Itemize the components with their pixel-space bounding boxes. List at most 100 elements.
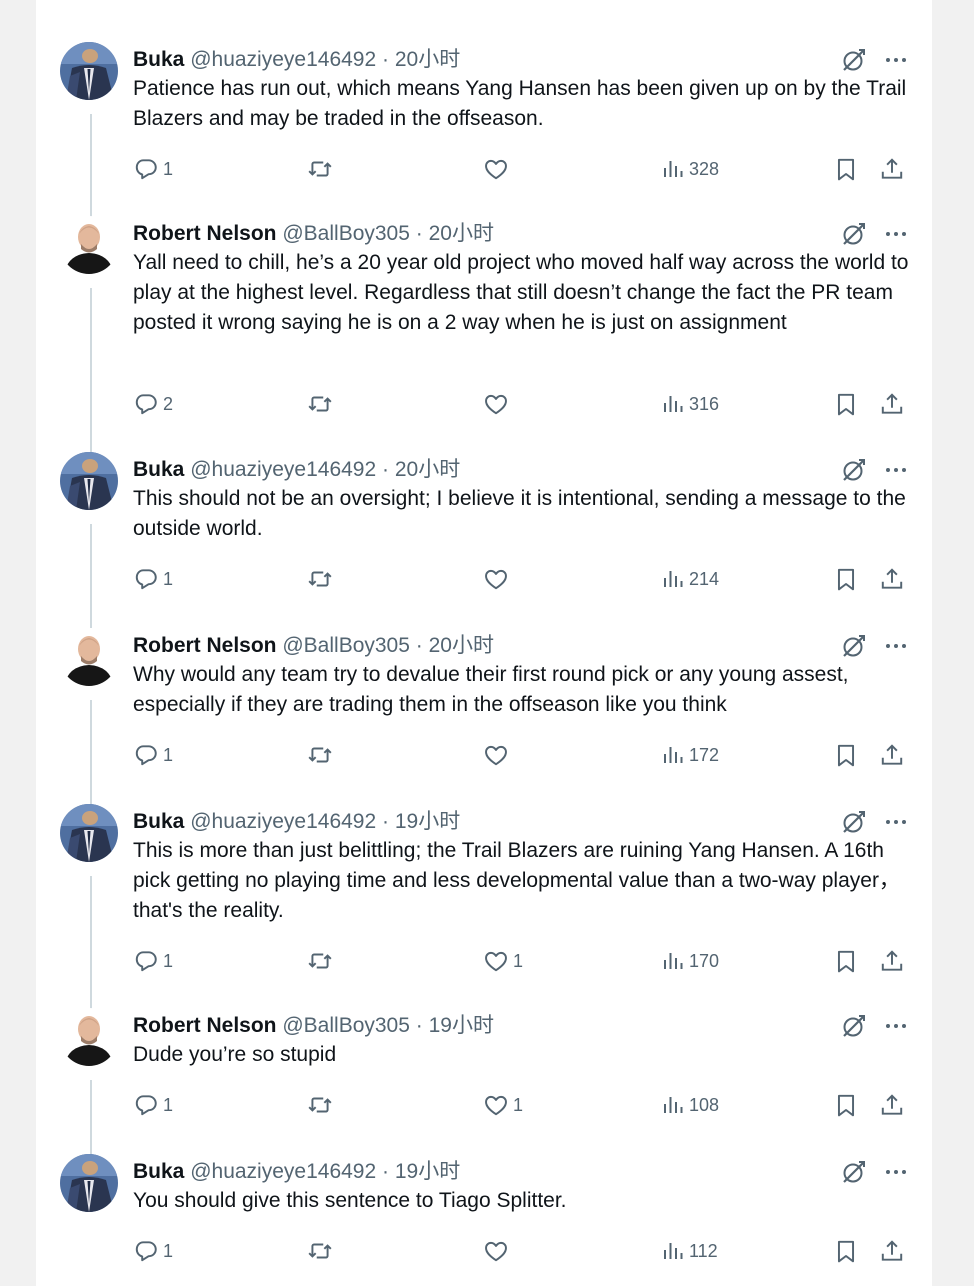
tweet[interactable]: Buka @huaziyeye146492 · 19小时 This is mor…: [36, 804, 932, 1010]
reply-button[interactable]: 1: [133, 564, 173, 594]
views-button[interactable]: 172: [661, 740, 719, 770]
share-button[interactable]: [879, 564, 905, 594]
timestamp[interactable]: 20小时: [395, 48, 460, 71]
more-icon[interactable]: [882, 46, 910, 74]
author-handle[interactable]: @BallBoy305: [282, 1014, 410, 1037]
author-handle[interactable]: @huaziyeye146492: [190, 458, 376, 481]
timestamp[interactable]: 20小时: [429, 222, 494, 245]
retweet-button[interactable]: [306, 740, 338, 770]
share-button[interactable]: [879, 1090, 905, 1120]
tweet[interactable]: Buka @huaziyeye146492 · 20小时 Patience ha…: [36, 42, 932, 218]
bookmark-button[interactable]: [833, 740, 859, 770]
author-name[interactable]: Robert Nelson: [133, 222, 277, 245]
more-icon[interactable]: [882, 1158, 910, 1186]
reply-button[interactable]: 1: [133, 740, 173, 770]
grok-icon[interactable]: [840, 808, 868, 836]
reply-button[interactable]: 1: [133, 154, 173, 184]
bookmark-icon: [833, 1237, 859, 1265]
tweet[interactable]: Buka @huaziyeye146492 · 19小时 You should …: [36, 1154, 932, 1286]
grok-icon[interactable]: [840, 1158, 868, 1186]
author-name[interactable]: Buka: [133, 810, 184, 833]
timestamp[interactable]: 19小时: [429, 1014, 494, 1037]
avatar-robert[interactable]: [60, 628, 118, 686]
timestamp[interactable]: 19小时: [395, 810, 460, 833]
view-count: 214: [689, 568, 720, 589]
views-button[interactable]: 112: [661, 1236, 718, 1266]
bookmark-button[interactable]: [833, 1090, 859, 1120]
timestamp[interactable]: 19小时: [395, 1160, 460, 1183]
more-icon[interactable]: [882, 632, 910, 660]
timestamp[interactable]: 20小时: [429, 634, 494, 657]
author-name[interactable]: Buka: [133, 458, 184, 481]
reply-button[interactable]: 1: [133, 1236, 173, 1266]
more-icon[interactable]: [882, 456, 910, 484]
grok-icon[interactable]: [840, 456, 868, 484]
grok-icon[interactable]: [840, 46, 868, 74]
views-button[interactable]: 328: [661, 154, 719, 184]
more-icon[interactable]: [882, 1012, 910, 1040]
tweet[interactable]: Buka @huaziyeye146492 · 20小时 This should…: [36, 452, 932, 628]
reply-button[interactable]: 1: [133, 1090, 173, 1120]
avatar-buka[interactable]: [60, 452, 118, 510]
bookmark-button[interactable]: [833, 564, 859, 594]
like-button[interactable]: [483, 154, 513, 184]
like-button[interactable]: [483, 564, 513, 594]
grok-icon[interactable]: [840, 220, 868, 248]
grok-icon[interactable]: [840, 1012, 868, 1040]
retweet-button[interactable]: [306, 1090, 338, 1120]
views-button[interactable]: 170: [661, 946, 719, 976]
author-name[interactable]: Robert Nelson: [133, 634, 277, 657]
views-button[interactable]: 214: [661, 564, 719, 594]
avatar-robert[interactable]: [60, 216, 118, 274]
share-button[interactable]: [879, 946, 905, 976]
share-icon: [879, 565, 905, 593]
like-button[interactable]: [483, 389, 513, 419]
bookmark-button[interactable]: [833, 1236, 859, 1266]
author-name[interactable]: Buka: [133, 1160, 184, 1183]
retweet-button[interactable]: [306, 154, 338, 184]
like-button[interactable]: [483, 1236, 513, 1266]
retweet-icon: [306, 742, 334, 768]
avatar-robert[interactable]: [60, 1008, 118, 1066]
share-button[interactable]: [879, 1236, 905, 1266]
avatar-buka[interactable]: [60, 804, 118, 862]
share-button[interactable]: [879, 740, 905, 770]
author-handle[interactable]: @BallBoy305: [282, 634, 410, 657]
tweet[interactable]: Robert Nelson @BallBoy305 · 20小时 Why wou…: [36, 628, 932, 804]
tweet[interactable]: Robert Nelson @BallBoy305 · 20小时 Yall ne…: [36, 216, 932, 452]
like-button[interactable]: 1: [483, 1090, 523, 1120]
reply-button[interactable]: 2: [133, 389, 173, 419]
views-button[interactable]: 316: [661, 389, 719, 419]
action-bar: 1 172: [133, 740, 913, 770]
more-icon[interactable]: [882, 808, 910, 836]
avatar-buka[interactable]: [60, 1154, 118, 1212]
retweet-button[interactable]: [306, 564, 338, 594]
author-handle[interactable]: @BallBoy305: [282, 222, 410, 245]
retweet-button[interactable]: [306, 389, 338, 419]
avatar-buka[interactable]: [60, 42, 118, 100]
heart-icon: [483, 742, 509, 768]
author-handle[interactable]: @huaziyeye146492: [190, 48, 376, 71]
retweet-button[interactable]: [306, 1236, 338, 1266]
tweet[interactable]: Robert Nelson @BallBoy305 · 19小时 Dude yo…: [36, 1008, 932, 1156]
bookmark-button[interactable]: [833, 946, 859, 976]
retweet-button[interactable]: [306, 946, 338, 976]
grok-icon[interactable]: [840, 632, 868, 660]
author-handle[interactable]: @huaziyeye146492: [190, 1160, 376, 1183]
author-name[interactable]: Buka: [133, 48, 184, 71]
heart-icon: [483, 1238, 509, 1264]
more-icon[interactable]: [882, 220, 910, 248]
like-button[interactable]: 1: [483, 946, 523, 976]
bookmark-button[interactable]: [833, 154, 859, 184]
bookmark-icon: [833, 565, 859, 593]
bookmark-button[interactable]: [833, 389, 859, 419]
heart-icon: [483, 948, 509, 974]
share-button[interactable]: [879, 154, 905, 184]
like-button[interactable]: [483, 740, 513, 770]
views-button[interactable]: 108: [661, 1090, 719, 1120]
reply-button[interactable]: 1: [133, 946, 173, 976]
share-button[interactable]: [879, 389, 905, 419]
timestamp[interactable]: 20小时: [395, 458, 460, 481]
author-name[interactable]: Robert Nelson: [133, 1014, 277, 1037]
author-handle[interactable]: @huaziyeye146492: [190, 810, 376, 833]
